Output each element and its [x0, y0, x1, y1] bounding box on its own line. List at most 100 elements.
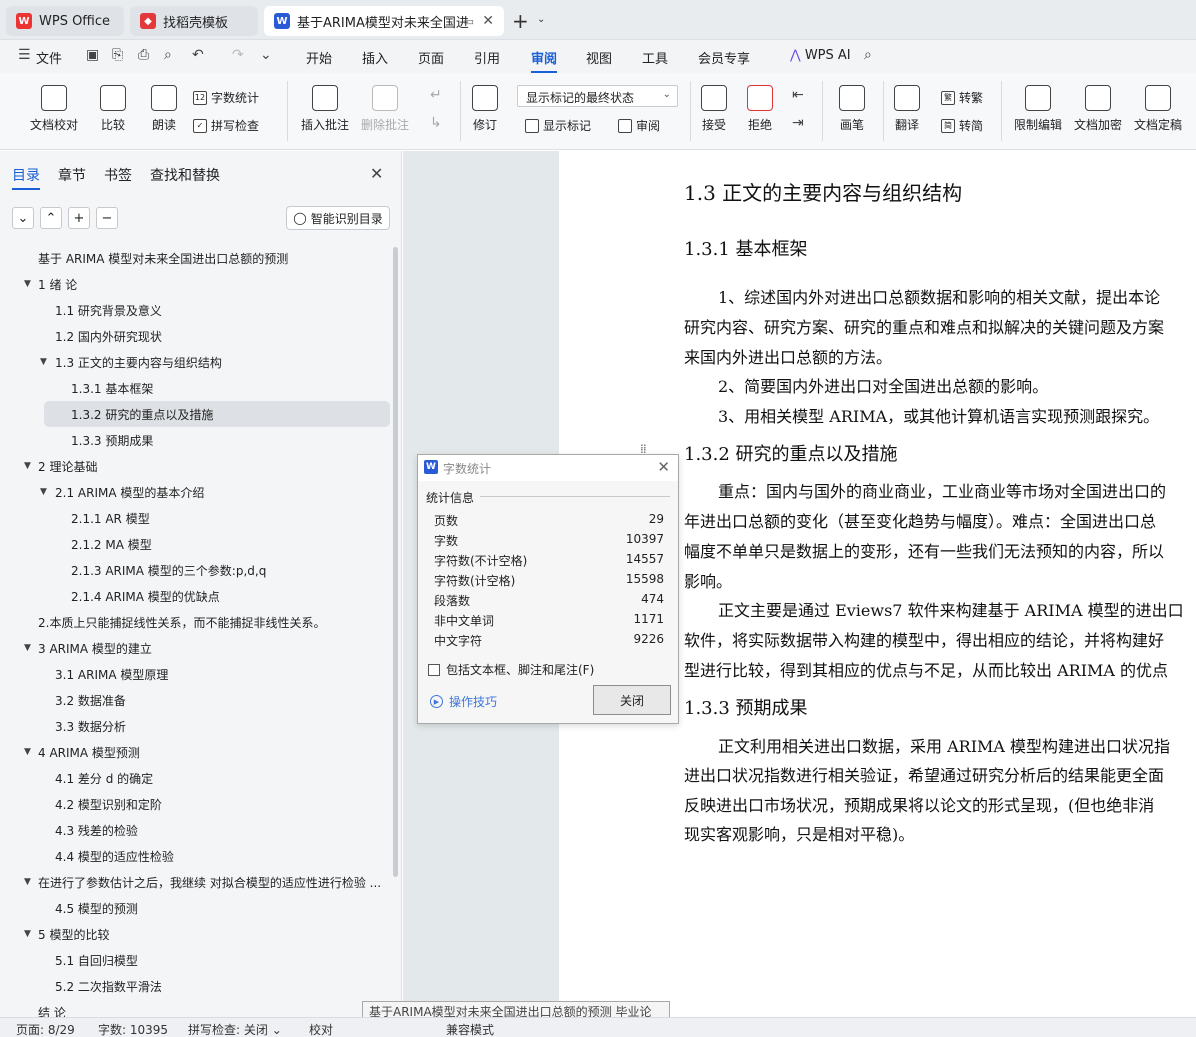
nav-tab-sections[interactable]: 章节 — [58, 165, 86, 185]
toc-item[interactable]: ▼ 4 ARIMA 模型预测 — [0, 739, 392, 765]
reject-button[interactable]: 拒绝 — [747, 85, 773, 133]
tab-document[interactable]: W 基于ARIMA模型对未来全国进 ▭ ✕ — [264, 6, 504, 36]
toc-item[interactable]: ▼ 在进行了参数估计之后，我继续 对拟合模型的适应性进行检验 ... — [0, 869, 392, 895]
chevron-down-icon[interactable]: ⌄ — [537, 14, 545, 25]
spell-check-indicator[interactable]: 拼写检查: 关闭 ⌄ — [188, 1021, 282, 1037]
toc-item[interactable]: 2.1.1 AR 模型 — [0, 505, 392, 531]
toc-item[interactable]: 3.1 ARIMA 模型原理 — [0, 661, 392, 687]
compare-button[interactable]: 比较 — [100, 85, 126, 133]
finalize-button[interactable]: 文档定稿 — [1134, 85, 1182, 133]
add-heading-button[interactable]: + — [68, 207, 90, 229]
print-icon[interactable]: ⎙ — [138, 47, 149, 63]
export-icon[interactable]: ⎘ — [112, 47, 123, 63]
toc-item[interactable]: 1.1 研究背景及意义 — [0, 297, 392, 323]
expand-arrow-icon[interactable]: ▼ — [40, 357, 47, 367]
menu-insert[interactable]: 插入 — [362, 48, 388, 67]
hamburger-icon[interactable]: ☰ — [18, 47, 31, 63]
expand-arrow-icon[interactable]: ▼ — [24, 747, 31, 757]
spell-check-button[interactable]: ✓ 拼写检查 — [193, 117, 259, 134]
previous-comment-icon[interactable]: ↵ — [430, 87, 442, 103]
search-icon[interactable]: ⌕ — [864, 47, 872, 63]
print-preview-icon[interactable]: ⌕ — [164, 47, 172, 63]
monitor-icon[interactable]: ▭ — [464, 15, 474, 28]
page-indicator[interactable]: 页面: 8/29 — [16, 1021, 75, 1037]
pen-button[interactable]: 画笔 — [839, 85, 865, 133]
toc-item[interactable]: 2.1.2 MA 模型 — [0, 531, 392, 557]
next-change-icon[interactable]: ⇥ — [792, 115, 804, 131]
close-button[interactable]: 关闭 — [593, 685, 671, 715]
menu-member[interactable]: 会员专享 — [698, 48, 750, 67]
tab-wps-office[interactable]: W WPS Office — [6, 6, 124, 36]
menu-references[interactable]: 引用 — [474, 48, 500, 67]
toc-item[interactable]: 1.2 国内外研究现状 — [0, 323, 392, 349]
expand-arrow-icon[interactable]: ▼ — [24, 929, 31, 939]
toc-item[interactable]: 1.3.2 研究的重点以及措施 — [44, 401, 390, 427]
toc-item[interactable]: 4.3 残差的检验 — [0, 817, 392, 843]
wps-ai-button[interactable]: ⋀ WPS AI — [790, 48, 851, 63]
nav-tab-bookmarks[interactable]: 书签 — [104, 165, 132, 185]
include-textbox-checkbox[interactable]: 包括文本框、脚注和尾注(F) — [428, 661, 594, 678]
toc-item[interactable]: ▼ 1 绪 论 — [0, 271, 392, 297]
new-tab-icon[interactable]: + — [512, 9, 529, 33]
translate-button[interactable]: 翻译 — [894, 85, 920, 133]
expand-arrow-icon[interactable]: ▼ — [24, 643, 31, 653]
toc-item[interactable]: 2.1.4 ARIMA 模型的优缺点 — [0, 583, 392, 609]
toc-item[interactable]: 2.1.3 ARIMA 模型的三个参数:p,d,q — [0, 557, 392, 583]
restrict-edit-button[interactable]: 限制编辑 — [1014, 85, 1062, 133]
close-pane-icon[interactable]: ✕ — [370, 164, 383, 183]
dialog-titlebar[interactable]: W 字数统计 ✕ — [418, 455, 678, 481]
nav-tab-find-replace[interactable]: 查找和替换 — [150, 165, 220, 185]
nav-tab-toc[interactable]: 目录 — [12, 165, 40, 190]
chevron-down-icon[interactable]: ⌄ — [260, 47, 272, 63]
toc-item[interactable]: 1.3.3 预期成果 — [0, 427, 392, 453]
insert-comment-button[interactable]: 插入批注 — [301, 85, 349, 133]
toc-item[interactable]: 2.本质上只能捕捉线性关系，而不能捕捉非线性关系。 — [0, 609, 392, 635]
expand-arrow-icon[interactable]: ▼ — [24, 279, 31, 289]
review-pane-button[interactable]: 审阅 — [618, 117, 660, 134]
read-aloud-button[interactable]: 朗读 — [151, 85, 177, 133]
collapse-down-button[interactable]: ⌄ — [12, 207, 34, 229]
accept-button[interactable]: 接受 — [701, 85, 727, 133]
menu-review[interactable]: 审阅 — [531, 48, 558, 73]
toc-item[interactable]: 结 论 — [0, 999, 392, 1018]
save-icon[interactable]: ▣ — [86, 47, 99, 63]
menu-page[interactable]: 页面 — [418, 48, 444, 67]
toc-item[interactable]: 3.3 数据分析 — [0, 713, 392, 739]
redo-icon[interactable]: ↷ — [232, 47, 244, 63]
toc-item[interactable]: 5.1 自回归模型 — [0, 947, 392, 973]
proofread-indicator[interactable]: 校对 — [309, 1021, 333, 1037]
toc-item[interactable]: 4.2 模型识别和定阶 — [0, 791, 392, 817]
smart-toc-button[interactable]: ◯ 智能识别目录 — [286, 206, 390, 230]
toc-item[interactable]: 4.4 模型的适应性检验 — [0, 843, 392, 869]
toc-item[interactable]: ▼ 1.3 正文的主要内容与组织结构 — [0, 349, 392, 375]
toc-item[interactable]: ▼ 2.1 ARIMA 模型的基本介绍 — [0, 479, 392, 505]
delete-comment-button[interactable]: 删除批注 — [361, 85, 409, 133]
tips-link[interactable]: ▶ 操作技巧 — [430, 693, 497, 710]
remove-heading-button[interactable]: − — [96, 207, 118, 229]
toc-scrollbar[interactable] — [393, 247, 398, 877]
previous-change-icon[interactable]: ⇤ — [792, 87, 804, 103]
toc-item[interactable]: 1.3.1 基本框架 — [0, 375, 392, 401]
encrypt-button[interactable]: 文档加密 — [1074, 85, 1122, 133]
menu-view[interactable]: 视图 — [586, 48, 612, 67]
toc-item[interactable]: ▼ 2 理论基础 — [0, 453, 392, 479]
toc-item[interactable]: 基于 ARIMA 模型对未来全国进出口总额的预测 — [0, 245, 392, 271]
menu-tools[interactable]: 工具 — [642, 48, 668, 67]
doc-check-button[interactable]: 文档校对 — [30, 85, 78, 133]
word-count-button[interactable]: 12 字数统计 — [193, 89, 259, 106]
expand-arrow-icon[interactable]: ▼ — [40, 487, 47, 497]
expand-arrow-icon[interactable]: ▼ — [24, 461, 31, 471]
to-simplified-button[interactable]: 简 转简 — [941, 117, 983, 134]
toc-item[interactable]: 4.1 差分 d 的确定 — [0, 765, 392, 791]
word-count-indicator[interactable]: 字数: 10395 — [98, 1021, 168, 1037]
toc-item[interactable]: 4.5 模型的预测 — [0, 895, 392, 921]
revise-button[interactable]: 修订 — [472, 85, 498, 133]
toc-item[interactable]: 3.2 数据准备 — [0, 687, 392, 713]
toc-item[interactable]: ▼ 3 ARIMA 模型的建立 — [0, 635, 392, 661]
menu-home[interactable]: 开始 — [306, 48, 332, 67]
markup-state-dropdown[interactable]: 显示标记的最终状态 ⌄ — [517, 85, 678, 107]
tab-templates[interactable]: ◆ 找稻壳模板 — [130, 6, 258, 36]
collapse-up-button[interactable]: ⌃ — [40, 207, 62, 229]
next-comment-icon[interactable]: ↳ — [430, 115, 442, 131]
to-traditional-button[interactable]: 繁 转繁 — [941, 89, 983, 106]
